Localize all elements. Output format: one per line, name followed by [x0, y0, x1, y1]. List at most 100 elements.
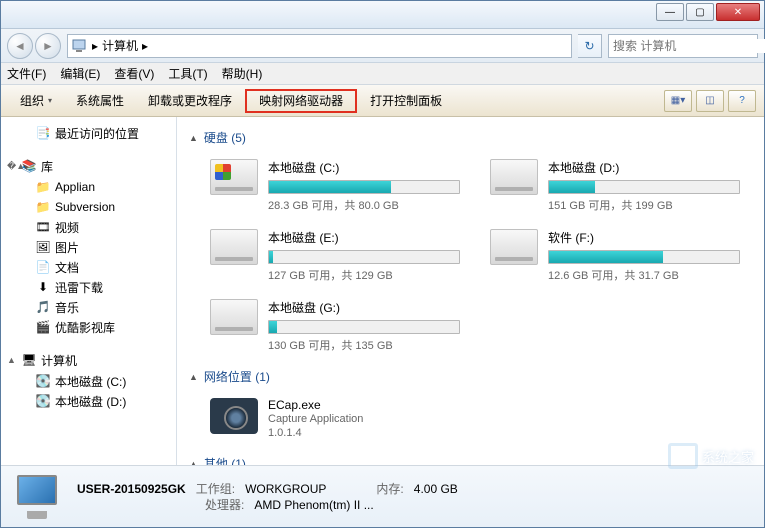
drive-item[interactable]: 软件 (F:) 12.6 GB 可用，共 31.7 GB	[485, 224, 745, 288]
forward-button[interactable]: ►	[35, 33, 61, 59]
drive-icon: 💽	[35, 373, 51, 389]
sidebar-library-item[interactable]: ⬇迅雷下载	[1, 277, 176, 297]
drive-stat: 28.3 GB 可用，共 80.0 GB	[268, 197, 460, 213]
details-pane: USER-20150925GK 工作组: WORKGROUP 内存: 4.00 …	[1, 465, 764, 527]
drive-item[interactable]: 本地磁盘 (D:)151 GB 可用，共 199 GB	[485, 154, 745, 218]
organize-button[interactable]: 组织	[9, 89, 63, 113]
folder-icon: 🎵	[35, 299, 51, 315]
collapse-icon: �▲	[7, 161, 17, 172]
drive-stat: 12.6 GB 可用，共 31.7 GB	[548, 267, 740, 283]
search-input[interactable]	[613, 39, 765, 53]
drive-name: 软件 (F:)	[548, 229, 740, 246]
back-button[interactable]: ◄	[7, 33, 33, 59]
refresh-button[interactable]: ↻	[578, 34, 602, 58]
view-options-button[interactable]: ▦▾	[664, 90, 692, 112]
navigation-pane[interactable]: 📑 最近访问的位置 �▲ 📚 库 📁Applian📁Subversion🎞视频🖼…	[1, 117, 177, 465]
drive-icon	[210, 299, 258, 335]
drive-name: 本地磁盘 (E:)	[268, 229, 460, 246]
system-properties-button[interactable]: 系统属性	[65, 89, 135, 113]
address-bar[interactable]: ▸ 计算机 ▸	[67, 34, 572, 58]
computer-large-icon	[13, 475, 65, 519]
details-workgroup-label: 工作组:	[196, 481, 235, 497]
drive-item[interactable]: 本地磁盘 (G:)130 GB 可用，共 135 GB	[205, 294, 465, 358]
sidebar-library-item[interactable]: 🖼图片	[1, 237, 176, 257]
sidebar-libraries-header[interactable]: �▲ 📚 库	[1, 155, 176, 177]
drive-stat: 130 GB 可用，共 135 GB	[268, 337, 460, 353]
drive-name: 本地磁盘 (D:)	[548, 159, 740, 176]
menu-edit[interactable]: 编辑(E)	[60, 65, 100, 82]
collapse-icon: ▲	[189, 459, 198, 466]
sidebar-library-item[interactable]: 📄文档	[1, 257, 176, 277]
sidebar-library-item[interactable]: 📁 Applian	[1, 177, 176, 197]
usage-bar	[268, 180, 460, 194]
folder-icon: 📁	[35, 179, 51, 195]
drive-item[interactable]: 本地磁盘 (C:) 28.3 GB 可用，共 80.0 GB	[205, 154, 465, 218]
minimize-button[interactable]: —	[656, 3, 684, 21]
sidebar-item-label: Subversion	[55, 200, 115, 214]
sidebar-item-label: 文档	[55, 259, 79, 276]
drive-list: 本地磁盘 (C:) 28.3 GB 可用，共 80.0 GB 本地磁盘 (D:)15…	[205, 154, 752, 358]
section-network-locations[interactable]: ▲ 网络位置 (1)	[189, 368, 752, 385]
sidebar-library-item[interactable]: 🎬优酷影视库	[1, 317, 176, 337]
drive-icon	[490, 229, 538, 265]
breadcrumb-root[interactable]: 计算机	[102, 37, 138, 54]
sidebar-recent-places[interactable]: 📑 最近访问的位置	[1, 123, 176, 143]
details-cpu: AMD Phenom(tm) II ...	[254, 497, 373, 513]
close-button[interactable]: ✕	[716, 3, 760, 21]
sidebar-item-label: Applian	[55, 180, 95, 194]
net-item-version: 1.0.1.4	[268, 426, 363, 440]
folder-icon: 🎞	[35, 219, 51, 235]
sidebar-item-label: 优酷影视库	[55, 319, 115, 336]
drive-name: 本地磁盘 (C:)	[268, 159, 460, 176]
maximize-button[interactable]: ▢	[686, 3, 714, 21]
drive-icon	[490, 159, 538, 195]
breadcrumb-separator: ▸	[92, 39, 98, 53]
explorer-window: — ▢ ✕ ◄ ► ▸ 计算机 ▸ ↻ 🔍 文件(F) 编辑(E) 查看(V) …	[0, 0, 765, 528]
sidebar-drive-c[interactable]: 💽 本地磁盘 (C:)	[1, 371, 176, 391]
details-memory: 4.00 GB	[414, 481, 458, 497]
section-label: 网络位置 (1)	[204, 368, 270, 385]
folder-icon: ⬇	[35, 279, 51, 295]
section-label: 硬盘 (5)	[204, 129, 246, 146]
collapse-icon: ▲	[7, 355, 17, 365]
help-button[interactable]: ?	[728, 90, 756, 112]
command-toolbar: 组织 系统属性 卸载或更改程序 映射网络驱动器 打开控制面板 ▦▾ ◫ ?	[1, 85, 764, 117]
section-other[interactable]: ▲ 其他 (1)	[189, 455, 752, 465]
network-item-ecap[interactable]: ECap.exe Capture Application 1.0.1.4	[205, 393, 465, 445]
menu-file[interactable]: 文件(F)	[7, 65, 46, 82]
content-pane[interactable]: ▲ 硬盘 (5) 本地磁盘 (C:)28.3 GB 可用，共 80.0 GB本地…	[177, 117, 764, 465]
section-hard-drives[interactable]: ▲ 硬盘 (5)	[189, 129, 752, 146]
computer-icon: 🖥	[21, 352, 37, 368]
map-network-drive-button[interactable]: 映射网络驱动器	[245, 89, 357, 113]
net-item-desc: Capture Application	[268, 412, 363, 426]
sidebar-item-label: 本地磁盘 (C:)	[55, 373, 126, 390]
preview-pane-button[interactable]: ◫	[696, 90, 724, 112]
menu-tools[interactable]: 工具(T)	[168, 65, 207, 82]
sidebar-library-item[interactable]: 🎵音乐	[1, 297, 176, 317]
menu-view[interactable]: 查看(V)	[114, 65, 154, 82]
search-box[interactable]: 🔍	[608, 34, 758, 58]
drive-icon	[210, 229, 258, 265]
computer-icon	[72, 38, 88, 54]
drive-icon: 💽	[35, 393, 51, 409]
sidebar-drive-d[interactable]: 💽 本地磁盘 (D:)	[1, 391, 176, 411]
uninstall-programs-button[interactable]: 卸载或更改程序	[137, 89, 243, 113]
sidebar-library-item[interactable]: 🎞视频	[1, 217, 176, 237]
drive-item[interactable]: 本地磁盘 (E:)127 GB 可用，共 129 GB	[205, 224, 465, 288]
net-item-name: ECap.exe	[268, 398, 363, 412]
collapse-icon: ▲	[189, 372, 198, 382]
sidebar-library-item[interactable]: 📁Subversion	[1, 197, 176, 217]
camera-icon	[210, 398, 258, 434]
sidebar-computer-header[interactable]: ▲ 🖥 计算机	[1, 349, 176, 371]
details-memory-label: 内存:	[376, 481, 403, 497]
folder-icon: 🎬	[35, 319, 51, 335]
menu-help[interactable]: 帮助(H)	[222, 65, 263, 82]
body-split: 📑 最近访问的位置 �▲ 📚 库 📁Applian📁Subversion🎞视频🖼…	[1, 117, 764, 465]
folder-icon: 🖼	[35, 239, 51, 255]
open-control-panel-button[interactable]: 打开控制面板	[359, 89, 453, 113]
collapse-icon: ▲	[189, 133, 198, 143]
section-label: 其他 (1)	[204, 455, 246, 465]
breadcrumb-separator: ▸	[142, 39, 148, 53]
sidebar-item-label: 本地磁盘 (D:)	[55, 393, 126, 410]
folder-icon: 📄	[35, 259, 51, 275]
